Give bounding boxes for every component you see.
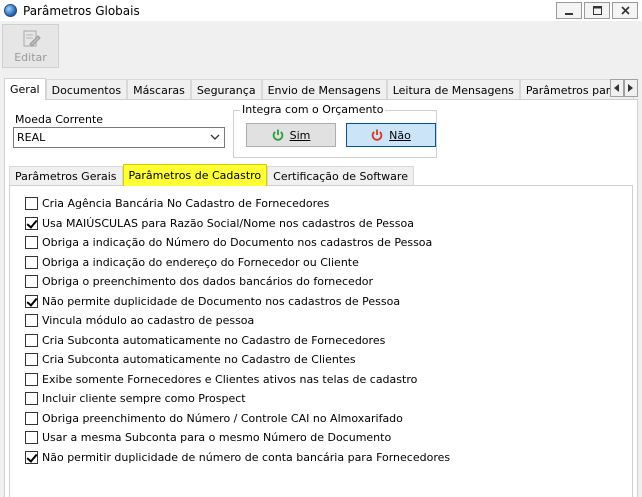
subtab-certificacao-software[interactable]: Certificação de Software xyxy=(267,166,414,186)
checkbox[interactable] xyxy=(25,216,38,230)
option-label: Exibe somente Fornecedores e Clientes at… xyxy=(42,372,418,386)
power-green-icon xyxy=(272,129,283,141)
nao-button[interactable]: Não xyxy=(346,123,436,147)
arrow-left-icon xyxy=(614,84,619,92)
tab-scroll-right-button[interactable] xyxy=(624,79,638,97)
close-button[interactable] xyxy=(612,2,638,19)
cadastro-panel: Cria Agência Bancária No Cadastro de For… xyxy=(9,185,633,497)
tab-scroll-left-button[interactable] xyxy=(610,79,624,97)
option-label: Não permitir duplicidade de número de co… xyxy=(42,450,451,464)
option-label: Usa MAIÚSCULAS para Razão Social/Nome no… xyxy=(42,216,414,230)
option-row[interactable]: Obriga a indicação do endereço do Fornec… xyxy=(25,253,450,273)
moeda-label: Moeda Corrente xyxy=(15,113,104,126)
sim-label: Sim xyxy=(289,128,311,142)
maximize-button[interactable] xyxy=(584,2,610,19)
tab-documentos[interactable]: Documentos xyxy=(45,79,128,100)
tab-geral[interactable]: Geral xyxy=(4,78,46,100)
edit-document-icon xyxy=(23,30,41,47)
option-row[interactable]: Cria Subconta automaticamente no Cadastr… xyxy=(25,331,450,351)
minimize-button[interactable] xyxy=(556,2,582,19)
option-row[interactable]: Cria Subconta automaticamente no Cadastr… xyxy=(25,350,450,370)
option-label: Cria Subconta automaticamente no Cadastr… xyxy=(42,333,386,347)
tab-scroll-arrows xyxy=(610,79,638,97)
tab-envio-mensagens[interactable]: Envio de Mensagens xyxy=(261,79,387,100)
option-row[interactable]: Cria Agência Bancária No Cadastro de For… xyxy=(25,194,450,214)
checkbox[interactable] xyxy=(25,197,38,211)
option-row[interactable]: Não permitir duplicidade de número de co… xyxy=(25,448,450,468)
tab-leitura-mensagens[interactable]: Leitura de Mensagens xyxy=(386,79,520,100)
option-row[interactable]: Usa MAIÚSCULAS para Razão Social/Nome no… xyxy=(25,214,450,234)
checkbox[interactable] xyxy=(25,275,38,289)
option-row[interactable]: Obriga preenchimento do Número / Control… xyxy=(25,409,450,429)
subtab-parametros-cadastro[interactable]: Parâmetros de Cadastro xyxy=(122,164,268,186)
option-label: Cria Agência Bancária No Cadastro de For… xyxy=(42,197,330,211)
sim-button[interactable]: Sim xyxy=(246,123,336,147)
window-title: Parâmetros Globais xyxy=(23,3,140,18)
chevron-down-icon xyxy=(210,134,220,140)
edit-button[interactable]: Editar xyxy=(2,24,59,68)
power-red-icon xyxy=(371,129,383,141)
tab-seguranca[interactable]: Segurança xyxy=(190,79,262,100)
geral-panel: Moeda Corrente REAL Integra com o Orçame… xyxy=(4,99,638,497)
option-label: Obriga o preenchimento dos dados bancári… xyxy=(42,275,374,289)
integra-legend: Integra com o Orçamento xyxy=(240,103,386,116)
edit-button-label: Editar xyxy=(14,51,47,64)
close-icon xyxy=(620,6,630,15)
main-tabstrip: Geral Documentos Máscaras Segurança Envi… xyxy=(4,78,638,100)
maximize-icon xyxy=(592,6,602,15)
option-label: Obriga a indicação do Número do Document… xyxy=(42,236,433,250)
window-controls xyxy=(556,2,638,19)
checkbox[interactable] xyxy=(25,333,38,347)
checkbox[interactable] xyxy=(25,431,38,445)
nao-label: Não xyxy=(389,128,411,142)
option-row[interactable]: Vincula módulo ao cadastro de pessoa xyxy=(25,311,450,331)
checkbox[interactable] xyxy=(25,314,38,328)
sub-tabstrip: Parâmetros Gerais Parâmetros de Cadastro… xyxy=(9,164,629,186)
checkbox[interactable] xyxy=(25,236,38,250)
checkbox[interactable] xyxy=(25,392,38,406)
option-row[interactable]: Obriga o preenchimento dos dados bancári… xyxy=(25,272,450,292)
title-bar: Parâmetros Globais xyxy=(0,0,642,21)
tab-mascaras[interactable]: Máscaras xyxy=(127,79,191,100)
option-label: Cria Subconta automaticamente no Cadastr… xyxy=(42,353,356,367)
option-row[interactable]: Obriga a indicação do Número do Document… xyxy=(25,233,450,253)
subtab-parametros-gerais[interactable]: Parâmetros Gerais xyxy=(9,166,123,186)
checkbox[interactable] xyxy=(25,372,38,386)
option-label: Vincula módulo ao cadastro de pessoa xyxy=(42,314,255,328)
option-label: Usar a mesma Subconta para o mesmo Númer… xyxy=(42,431,392,445)
option-row[interactable]: Não permite duplicidade de Documento nos… xyxy=(25,292,450,312)
option-row[interactable]: Exibe somente Fornecedores e Clientes at… xyxy=(25,370,450,390)
option-label: Incluir cliente sempre como Prospect xyxy=(42,392,246,406)
checkbox[interactable] xyxy=(25,411,38,425)
option-row[interactable]: Usar a mesma Subconta para o mesmo Númer… xyxy=(25,428,450,448)
checkbox[interactable] xyxy=(25,450,38,464)
arrow-right-icon xyxy=(628,84,633,92)
app-icon xyxy=(4,4,17,17)
checkbox[interactable] xyxy=(25,255,38,269)
moeda-value: REAL xyxy=(17,131,46,144)
checkbox[interactable] xyxy=(25,294,38,308)
option-label: Obriga preenchimento do Número / Control… xyxy=(42,411,403,425)
option-row[interactable]: Incluir cliente sempre como Prospect xyxy=(25,389,450,409)
toolbar: Editar xyxy=(0,21,642,71)
moeda-select[interactable]: REAL xyxy=(13,127,225,148)
options-list: Cria Agência Bancária No Cadastro de For… xyxy=(25,194,450,467)
checkbox[interactable] xyxy=(25,353,38,367)
integra-orcamento-group: Integra com o Orçamento Sim Não xyxy=(233,103,437,158)
minimize-icon xyxy=(565,12,573,15)
option-label: Obriga a indicação do endereço do Fornec… xyxy=(42,255,359,269)
option-label: Não permite duplicidade de Documento nos… xyxy=(42,294,401,308)
